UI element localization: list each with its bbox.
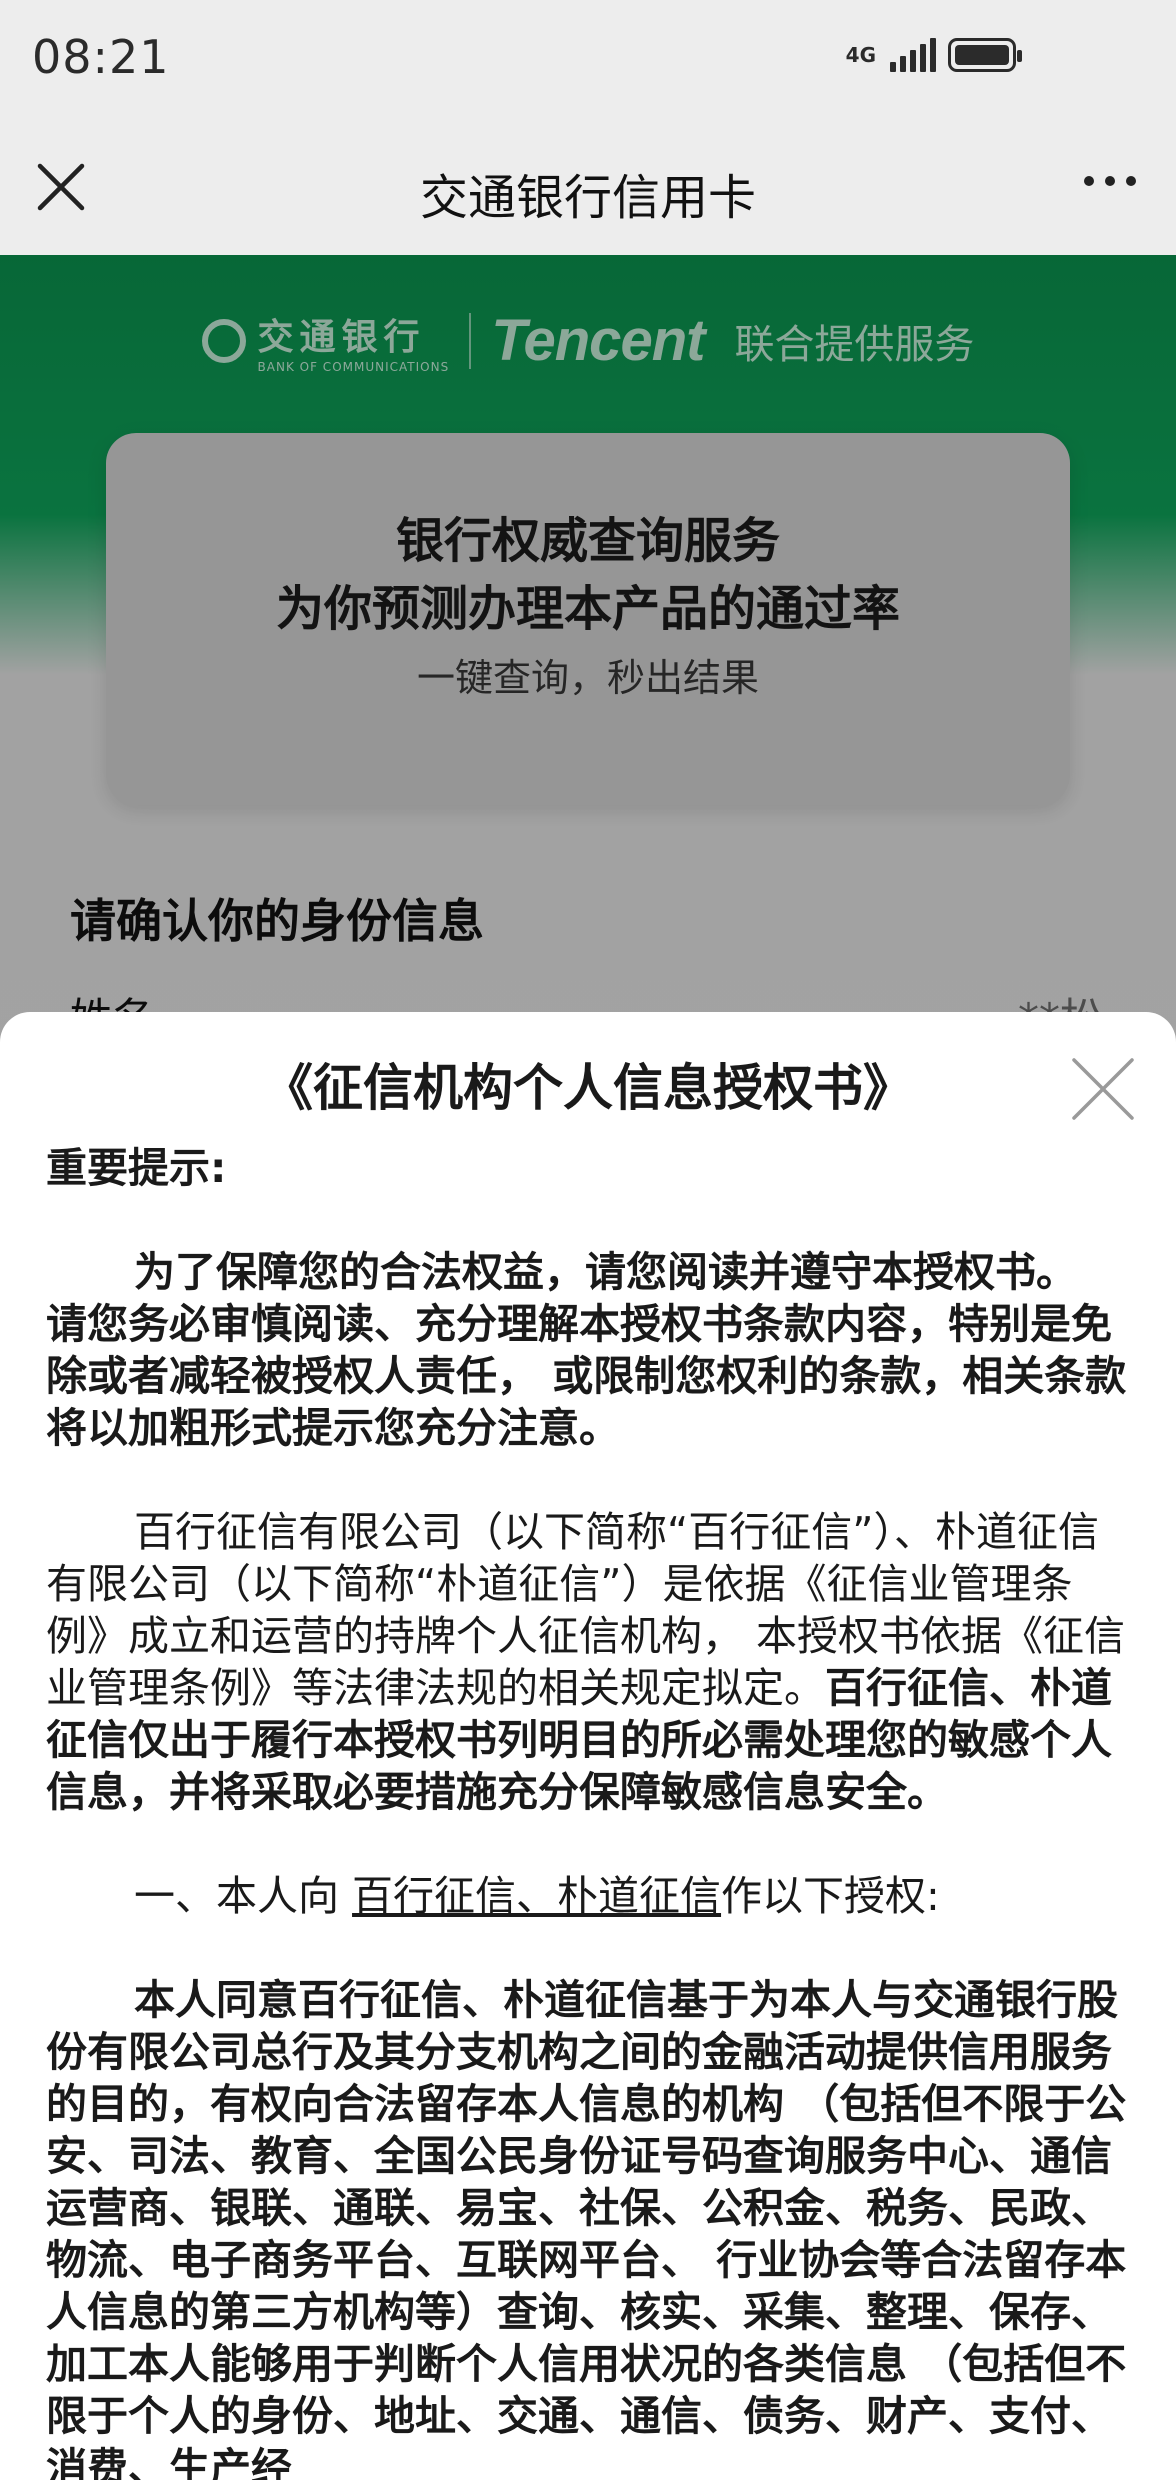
status-time: 08:21	[32, 30, 170, 84]
nav-bar: 交通银行信用卡	[0, 120, 1176, 255]
battery-icon	[948, 38, 1022, 72]
sheet-content: 重要提示: 为了保障您的合法权益，请您阅读并遵守本授权书。 请您务必审慎阅读、充…	[46, 1142, 1130, 2480]
auth-heading-prefix: 一、本人向	[134, 1872, 353, 1920]
auth-heading-suffix: 作以下授权:	[721, 1872, 940, 1920]
authorization-sheet: 《征信机构个人信息授权书》 重要提示: 为了保障您的合法权益，请您阅读并遵守本授…	[0, 1012, 1176, 2480]
status-bar: 08:21 4G	[0, 0, 1176, 120]
important-notice-label: 重要提示:	[46, 1144, 227, 1192]
authorization-clause: 本人同意百行征信、朴道征信基于为本人与交通银行股份有限公司总行及其分支机构之间的…	[46, 1976, 1127, 2480]
auth-heading-link[interactable]: 百行征信、朴道征信	[352, 1872, 721, 1920]
network-type: 4G	[845, 43, 876, 67]
sheet-title: 《征信机构个人信息授权书》	[263, 1059, 913, 1117]
important-notice-text: 为了保障您的合法权益，请您阅读并遵守本授权书。 请您务必审慎阅读、充分理解本授权…	[46, 1248, 1127, 1452]
app-root: 08:21 4G 交通银行信用卡 交通银行 BANK OF COMMUNICAT…	[0, 0, 1176, 2480]
close-icon	[1072, 1058, 1134, 1120]
signal-bars-icon	[890, 38, 936, 72]
authorization-heading: 一、本人向 百行征信、朴道征信作以下授权:	[46, 1870, 1130, 1922]
more-button[interactable]	[1084, 176, 1136, 186]
intro-paragraph: 百行征信有限公司（以下简称“百行征信”）、朴道征信有限公司（以下简称“朴道征信”…	[46, 1506, 1130, 1818]
status-icons: 4G	[845, 38, 1022, 72]
sheet-close-button[interactable]	[1070, 1056, 1136, 1122]
page-title: 交通银行信用卡	[419, 170, 756, 226]
more-dots-icon	[1084, 176, 1094, 186]
